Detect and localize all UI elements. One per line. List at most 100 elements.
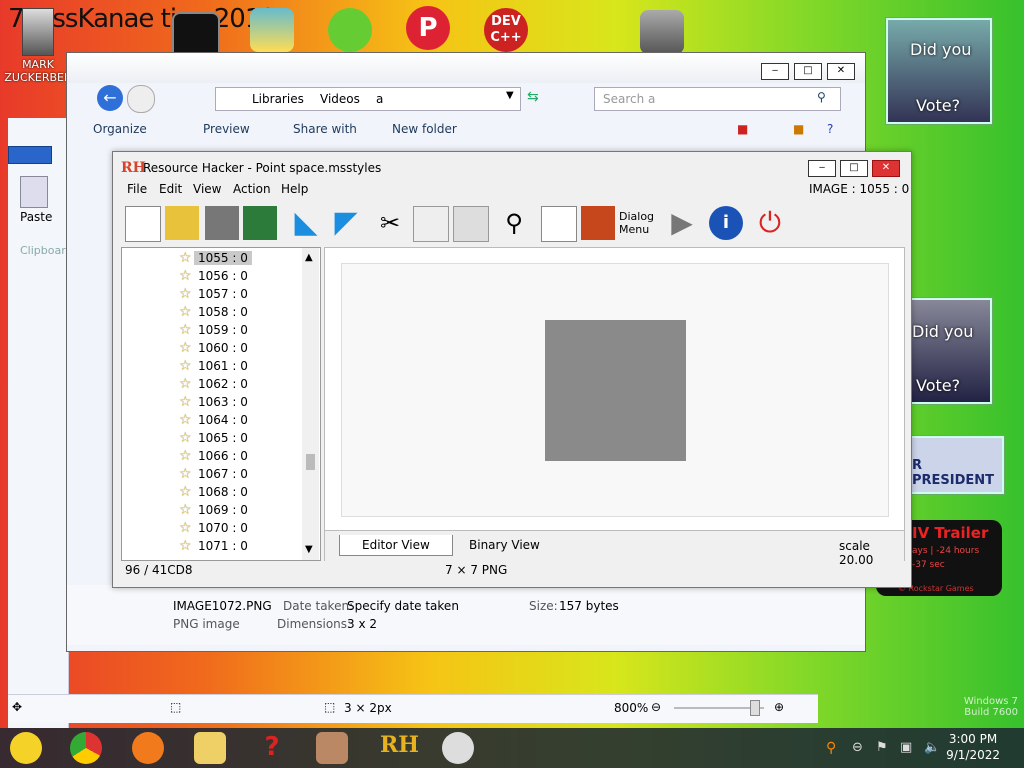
scrollbar-thumb[interactable] xyxy=(306,454,315,470)
back-icon[interactable]: ← xyxy=(97,85,123,111)
editor-icon[interactable] xyxy=(316,732,348,764)
zoom-in-icon[interactable]: ⊕ xyxy=(774,700,784,714)
clock[interactable]: 3:00 PM 9/1/2022 xyxy=(946,731,1000,763)
back-icon[interactable]: ◣ xyxy=(289,206,323,240)
forward-icon[interactable]: ◤ xyxy=(329,206,363,240)
p-app-icon[interactable]: P xyxy=(406,6,450,50)
preview-button[interactable]: Preview xyxy=(203,122,250,136)
open-icon[interactable] xyxy=(165,206,199,240)
details-filetype: PNG image xyxy=(173,617,240,631)
breadcrumb-item[interactable]: Libraries xyxy=(252,92,304,106)
tree-item[interactable]: ☆ 1055 : 0 xyxy=(122,250,300,268)
info-icon[interactable]: i xyxy=(709,206,743,240)
find-icon[interactable]: ⚲ xyxy=(497,206,531,240)
organize-button[interactable]: Organize xyxy=(93,122,147,136)
tree-item[interactable]: ☆ 1069 : 0 xyxy=(122,502,300,520)
address-bar[interactable]: Libraries Videos a ▼ xyxy=(215,87,521,111)
smiley-icon[interactable] xyxy=(10,732,42,764)
share-with-button[interactable]: Share with xyxy=(293,122,357,136)
add-resource-icon[interactable] xyxy=(541,206,577,242)
menu-action[interactable]: Action xyxy=(233,182,271,196)
devcpp-icon[interactable]: DEV C++ xyxy=(484,8,528,52)
tree-item[interactable]: ☆ 1061 : 0 xyxy=(122,358,300,376)
search-icon[interactable]: ⚲ xyxy=(817,90,826,104)
cut-icon[interactable]: ✂ xyxy=(373,206,407,240)
power-icon[interactable]: ⏻ xyxy=(753,206,787,240)
tree-item[interactable]: ☆ 1057 : 0 xyxy=(122,286,300,304)
tab-binary-view[interactable]: Binary View xyxy=(447,535,562,555)
minus-icon[interactable]: ⊖ xyxy=(852,740,863,755)
help-icon[interactable]: ? xyxy=(256,732,288,764)
new-folder-button[interactable]: New folder xyxy=(392,122,457,136)
breadcrumb-item[interactable]: Videos xyxy=(320,92,360,106)
dialog-menu-icon[interactable]: Dialog Menu xyxy=(619,206,659,240)
tree-item[interactable]: ☆ 1070 : 0 xyxy=(122,520,300,538)
folder-icon[interactable] xyxy=(194,732,226,764)
breadcrumb-item[interactable]: a xyxy=(376,92,383,106)
maximize-button[interactable]: □ xyxy=(840,160,868,177)
tree-item[interactable]: ☆ 1068 : 0 xyxy=(122,484,300,502)
paint-icon[interactable] xyxy=(442,732,474,764)
menu-file[interactable]: File xyxy=(127,182,147,196)
chrome-icon[interactable] xyxy=(70,732,102,764)
chevron-down-icon[interactable]: ▼ xyxy=(305,544,313,555)
close-button[interactable]: ✕ xyxy=(872,160,900,177)
minimize-button[interactable]: ‒ xyxy=(761,63,789,80)
network-icon[interactable]: ▣ xyxy=(900,740,912,755)
add-image-icon[interactable] xyxy=(581,206,615,240)
tree-item[interactable]: ☆ 1056 : 0 xyxy=(122,268,300,286)
zoom-slider-thumb[interactable] xyxy=(750,700,760,716)
date-value[interactable]: Specify date taken xyxy=(347,599,459,613)
tree-item-label: 1060 : 0 xyxy=(198,341,248,355)
angry-birds-icon[interactable] xyxy=(328,8,372,52)
help-icon[interactable]: ? xyxy=(827,122,833,136)
paste-icon[interactable] xyxy=(453,206,489,242)
chevron-down-icon[interactable]: ▼ xyxy=(506,90,514,101)
run-icon[interactable]: ▶ xyxy=(665,206,699,240)
tab-editor-view[interactable]: Editor View xyxy=(339,535,453,556)
tree-item[interactable]: ☆ 1060 : 0 xyxy=(122,340,300,358)
volume-icon[interactable]: 🔈 xyxy=(924,740,940,755)
rh-icon[interactable]: RH xyxy=(380,732,419,764)
tree-item[interactable]: ☆ 1065 : 0 xyxy=(122,430,300,448)
save-as-icon[interactable] xyxy=(243,206,277,240)
preview-pane-icon[interactable]: ■ xyxy=(793,122,804,136)
paste-icon[interactable] xyxy=(20,176,48,208)
search-icon[interactable]: ⚲ xyxy=(826,740,836,756)
paint-menu-button[interactable] xyxy=(8,146,52,164)
menu-help[interactable]: Help xyxy=(281,182,308,196)
menu-view[interactable]: View xyxy=(193,182,221,196)
tree-item[interactable]: ☆ 1064 : 0 xyxy=(122,412,300,430)
tree-item[interactable]: ☆ 1062 : 0 xyxy=(122,376,300,394)
minimize-button[interactable]: ‒ xyxy=(808,160,836,177)
chevron-up-icon[interactable]: ▲ xyxy=(305,252,313,263)
menu-edit[interactable]: Edit xyxy=(159,182,182,196)
star-icon: ☆ xyxy=(179,268,192,284)
search-input[interactable]: Search a ⚲ xyxy=(594,87,841,111)
tree-item[interactable]: ☆ 1063 : 0 xyxy=(122,394,300,412)
desktop-icon-mark[interactable]: MARK ZUCKERBER xyxy=(4,8,72,84)
forward-icon[interactable] xyxy=(127,85,155,113)
copy-icon[interactable] xyxy=(413,206,449,242)
zoom-out-icon[interactable]: ⊖ xyxy=(651,700,661,714)
tree-item[interactable]: ☆ 1059 : 0 xyxy=(122,322,300,340)
taskbar: ? RH ⚲ ⊖ ⚑ ▣ 🔈 3:00 PM 9/1/2022 xyxy=(0,728,1024,768)
firefox-icon[interactable] xyxy=(132,732,164,764)
move-icon[interactable]: ✥ xyxy=(12,700,22,714)
control-panel-icon[interactable] xyxy=(640,10,684,54)
crop-icon[interactable]: ⬚ xyxy=(170,700,181,714)
view-options-icon[interactable]: ■ xyxy=(737,122,748,136)
tree-scrollbar[interactable]: ▲ ▼ xyxy=(302,248,319,560)
new-icon[interactable] xyxy=(125,206,161,242)
tree-item[interactable]: ☆ 1071 : 0 xyxy=(122,538,300,556)
close-button[interactable]: ✕ xyxy=(827,63,855,80)
tree-item[interactable]: ☆ 1067 : 0 xyxy=(122,466,300,484)
maximize-button[interactable]: □ xyxy=(794,63,822,80)
refresh-icon[interactable]: ⇆ xyxy=(527,89,539,105)
resource-tree[interactable]: ☆ 1055 : 0 ☆ 1056 : 0 ☆ 1057 : 0 ☆ 1058 : 0 ☆ 105… xyxy=(121,247,321,561)
tree-item[interactable]: ☆ 1058 : 0 xyxy=(122,304,300,322)
save-icon[interactable] xyxy=(205,206,239,240)
flag-icon[interactable]: ⚑ xyxy=(876,740,888,755)
folder-app-icon[interactable] xyxy=(250,8,294,52)
tree-item[interactable]: ☆ 1066 : 0 xyxy=(122,448,300,466)
